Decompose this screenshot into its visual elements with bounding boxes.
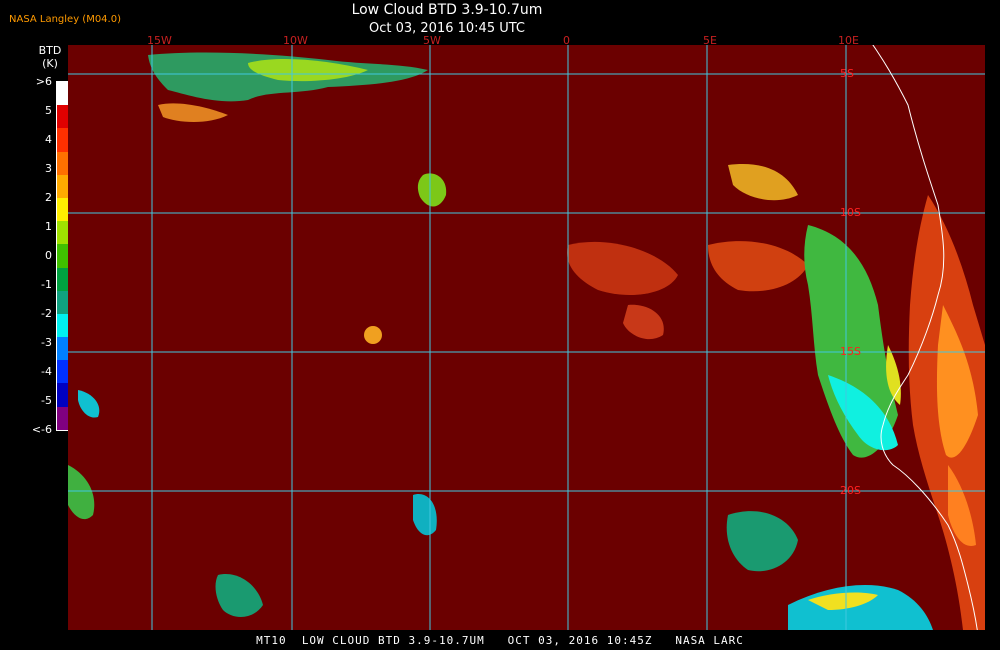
latitude-label: 20S [840, 484, 861, 497]
colorbar-title: BTD (K) [30, 44, 70, 70]
colorbar-tick-label: -1 [41, 278, 52, 291]
latitude-label: 5S [840, 67, 854, 80]
colorbar-tick-label: 3 [45, 162, 52, 175]
colorbar-tick-label: <-6 [31, 423, 52, 436]
colorbar-tick-label: >6 [35, 75, 52, 88]
colorbar-tick-label: 1 [45, 220, 52, 233]
map-title: Low Cloud BTD 3.9-10.7um [351, 2, 543, 18]
map-canvas [68, 45, 985, 630]
latitude-label: 15S [840, 345, 861, 358]
colorbar-tick-label: 4 [45, 133, 52, 146]
footer-caption: MT10 LOW CLOUD BTD 3.9-10.7UM OCT 03, 20… [256, 634, 744, 647]
longitude-label: 15W [147, 34, 172, 47]
colorbar-tick-label: -3 [41, 336, 52, 349]
agency-label: NASA Langley (M04.0) [9, 14, 121, 25]
colorbar-title-line2: (K) [42, 57, 58, 70]
latitude-label: 10S [840, 206, 861, 219]
satellite-map[interactable] [68, 45, 985, 630]
colorbar-tick-label: 0 [45, 249, 52, 262]
colorbar-tick-label: -2 [41, 307, 52, 320]
map-timestamp: Oct 03, 2016 10:45 UTC [369, 21, 525, 36]
colorbar-tick-label: 2 [45, 191, 52, 204]
colorbar-tick-label: -5 [41, 394, 52, 407]
longitude-label: 5W [423, 34, 441, 47]
colorbar-title-line1: BTD [38, 44, 62, 57]
longitude-label: 0 [563, 34, 570, 47]
colorbar-tick-label: -4 [41, 365, 52, 378]
colorbar-tick-label: 5 [45, 104, 52, 117]
longitude-label: 10E [838, 34, 859, 47]
longitude-label: 5E [703, 34, 717, 47]
longitude-label: 10W [283, 34, 308, 47]
